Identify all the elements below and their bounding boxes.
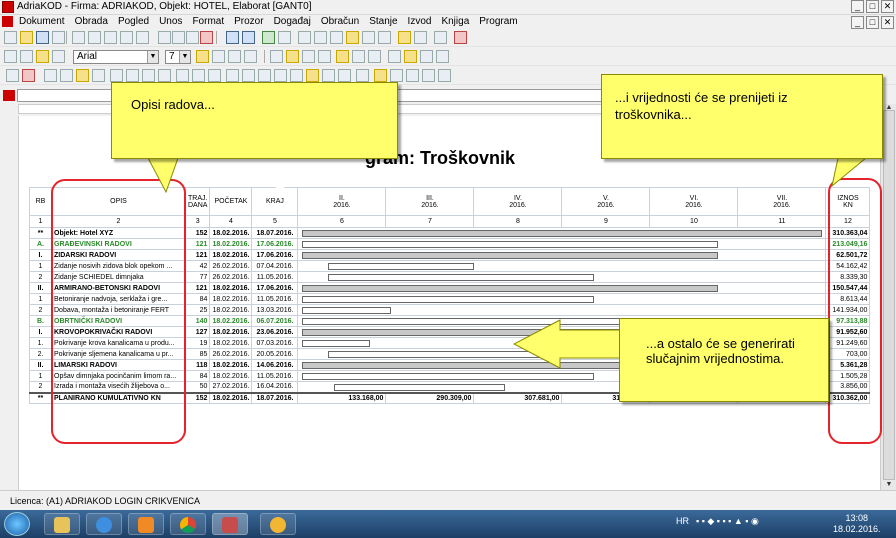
- explorer-taskbar-icon[interactable]: [44, 513, 80, 535]
- start-button[interactable]: [4, 512, 30, 536]
- opis-callout-text: Opisi radova...: [131, 97, 215, 112]
- gantt-callout-text: ...a ostalo će se generirati slučajnim v…: [646, 336, 795, 366]
- gantt-callout-arrow: [512, 319, 621, 369]
- iznos-callout-pointer: [831, 157, 868, 188]
- app-window: AdriaKOD - Firma: ADRIAKOD, Objekt: HOTE…: [0, 0, 896, 538]
- clock-time: 13:08: [845, 513, 869, 523]
- language-indicator[interactable]: HR: [676, 516, 689, 526]
- tray-icons[interactable]: ▪ ▪ ◆ ▪ ▪ ▪ ▲ ▪ ◉: [696, 516, 759, 527]
- ie-taskbar-icon[interactable]: [86, 513, 122, 535]
- iznos-callout: ...i vrijednosti će se prenijeti iz troš…: [601, 74, 883, 159]
- license-status: Licenca: (A1) ADRIAKOD LOGIN CRIKVENICA: [10, 496, 201, 506]
- gantt-callout: ...a ostalo će se generirati slučajnim v…: [619, 318, 829, 402]
- clock-date: 18.02.2016.: [833, 524, 881, 534]
- taskbar: HR ▪ ▪ ◆ ▪ ▪ ▪ ▲ ▪ ◉ 13:08 18.02.2016.: [0, 510, 896, 538]
- app-taskbar-icon[interactable]: [260, 513, 296, 535]
- media-player-taskbar-icon[interactable]: [128, 513, 164, 535]
- opis-callout-pointer: [147, 157, 179, 194]
- chrome-taskbar-icon[interactable]: [170, 513, 206, 535]
- status-bar: Licenca: (A1) ADRIAKOD LOGIN CRIKVENICA: [0, 490, 896, 510]
- adriakod-taskbar-icon[interactable]: [212, 513, 248, 535]
- iznos-callout-text: ...i vrijednosti će se prenijeti iz troš…: [615, 90, 788, 122]
- clock[interactable]: 13:08 18.02.2016.: [833, 513, 881, 535]
- opis-callout: Opisi radova...: [111, 82, 398, 159]
